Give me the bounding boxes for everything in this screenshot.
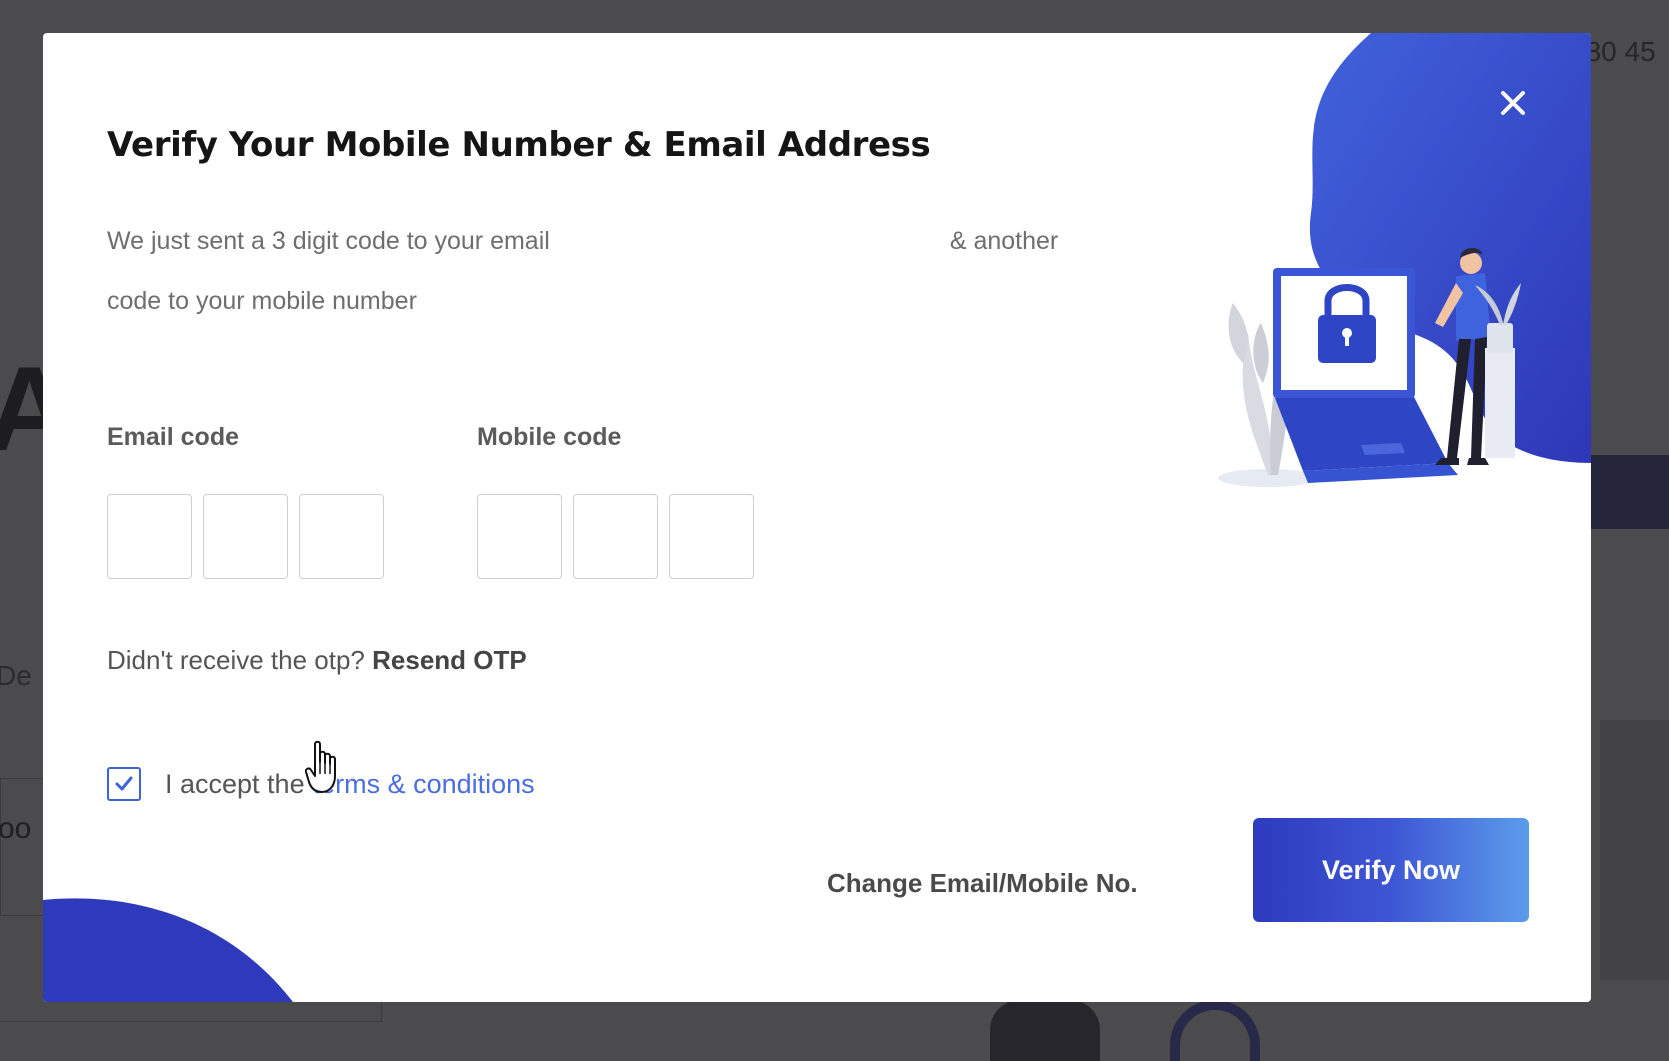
modal-description: We just sent a 3 digit code to your emai… bbox=[107, 211, 1267, 331]
redacted-email bbox=[550, 248, 950, 249]
close-icon bbox=[1501, 91, 1525, 115]
background-text-fragment: oo bbox=[0, 812, 32, 845]
description-text: & another bbox=[949, 227, 1059, 255]
email-code-digit-3[interactable] bbox=[299, 494, 384, 579]
checkmark-icon bbox=[115, 776, 133, 791]
terms-text: I accept the bbox=[165, 768, 305, 799]
mobile-code-digit-2[interactable] bbox=[573, 494, 658, 579]
mobile-code-digit-3[interactable] bbox=[669, 494, 754, 579]
mobile-code-inputs bbox=[477, 494, 754, 579]
terms-checkbox[interactable] bbox=[107, 767, 141, 801]
terms-link[interactable]: terms & conditions bbox=[313, 769, 535, 800]
background-nav-bar bbox=[1590, 455, 1669, 529]
mobile-code-label: Mobile code bbox=[477, 423, 622, 451]
decorative-blob-bottom-left bbox=[43, 898, 293, 1002]
email-code-inputs bbox=[107, 494, 384, 579]
email-code-digit-2[interactable] bbox=[203, 494, 288, 579]
modal-title: Verify Your Mobile Number & Email Addres… bbox=[107, 125, 931, 165]
background-input-outline bbox=[0, 778, 44, 916]
change-email-mobile-button[interactable]: Change Email/Mobile No. bbox=[827, 868, 1138, 899]
background-figure bbox=[1170, 1000, 1260, 1061]
resend-row: Didn't receive the otp? Resend OTP bbox=[107, 645, 527, 676]
email-code-digit-1[interactable] bbox=[107, 494, 192, 579]
email-code-label: Email code bbox=[107, 423, 239, 451]
terms-row: I accept the terms & conditions bbox=[107, 767, 535, 801]
close-button[interactable] bbox=[1493, 83, 1533, 123]
description-text: code to your mobile number bbox=[107, 287, 417, 315]
background-figure bbox=[990, 1000, 1100, 1061]
mobile-code-digit-1[interactable] bbox=[477, 494, 562, 579]
description-text: We just sent a 3 digit code to your emai… bbox=[107, 227, 550, 255]
verify-now-button[interactable]: Verify Now bbox=[1253, 818, 1529, 922]
verify-modal: Verify Your Mobile Number & Email Addres… bbox=[43, 33, 1591, 1002]
background-text-fragment: De bbox=[0, 660, 32, 691]
background-panel bbox=[1600, 720, 1669, 980]
resend-prompt: Didn't receive the otp? bbox=[107, 645, 365, 675]
resend-otp-link[interactable]: Resend OTP bbox=[372, 645, 527, 675]
